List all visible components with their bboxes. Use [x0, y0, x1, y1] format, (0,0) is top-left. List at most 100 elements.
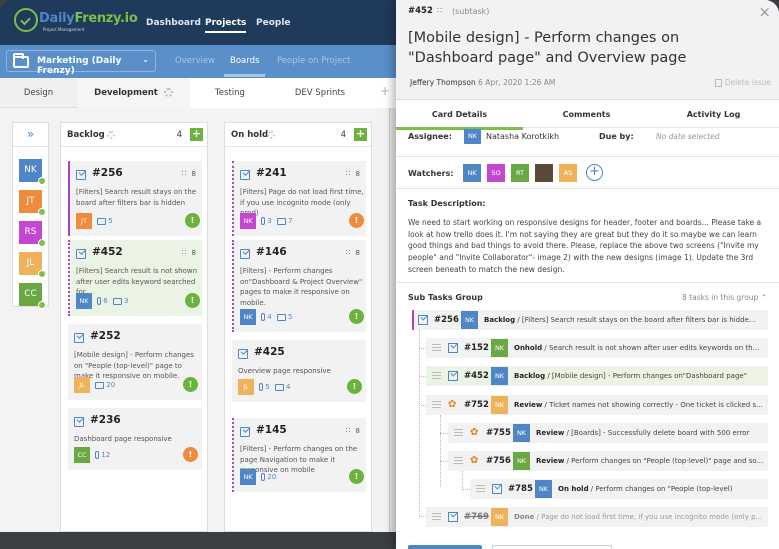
assignee-avatar[interactable]: NK [240, 213, 256, 229]
expand-icon[interactable]: » [13, 123, 48, 147]
assignee-avatar[interactable]: NK [76, 293, 92, 309]
primary-button[interactable] [408, 545, 482, 549]
issue-title[interactable]: [Mobile design] - Perform changes on "Da… [408, 28, 768, 68]
tab-dev-sprints[interactable]: DEV Sprints [270, 78, 370, 108]
watcher-avatar[interactable]: NK [463, 164, 481, 182]
drag-handle-icon[interactable] [432, 401, 441, 408]
priority-icon[interactable]: ! [183, 447, 198, 462]
drag-handle-icon[interactable] [476, 485, 485, 492]
nav-projects[interactable]: Projects [205, 18, 247, 33]
task-card[interactable]: #241 ∷ 8 [Filters] Page do not load first t… [232, 161, 366, 236]
subtask-row[interactable]: ✿ #755 NK Review / [Boards] - Successfully … [448, 423, 768, 443]
priority-icon[interactable]: ! [185, 213, 200, 228]
person-avatar[interactable]: JL [19, 252, 46, 278]
task-checkbox-icon [418, 315, 428, 325]
priority-icon[interactable]: ! [347, 379, 362, 394]
person-avatar[interactable]: JT [19, 190, 46, 216]
chevron-up-icon: ⌃ [760, 293, 767, 302]
tab-development[interactable]: Development [77, 78, 190, 108]
task-card[interactable]: #256 ∷ 8 [Filters] Search result stays on t… [68, 161, 202, 236]
watcher-photo[interactable] [535, 164, 553, 182]
watcher-avatar[interactable]: SO [487, 164, 505, 182]
task-card[interactable]: #425 Overview page responsive JL 5 4! [232, 340, 366, 402]
delete-issue-button[interactable]: Delete issue [714, 78, 771, 87]
secondary-button[interactable] [492, 545, 612, 549]
person-avatar[interactable]: CC [19, 283, 46, 309]
clock-check-icon [14, 8, 38, 32]
task-card[interactable]: #452 ∷ 8 [Filters] Search result is not sho… [68, 240, 202, 316]
gear-icon[interactable] [107, 131, 115, 139]
watcher-avatar[interactable]: AS [559, 164, 577, 182]
priority-icon[interactable]: ! [183, 377, 198, 392]
drag-handle-icon[interactable] [432, 513, 441, 520]
drag-handle-icon[interactable] [432, 372, 441, 379]
assignee-avatar[interactable]: JL [238, 379, 254, 395]
task-description[interactable]: We need to start working on responsive d… [408, 217, 770, 276]
subnav-boards[interactable]: Boards [223, 56, 266, 77]
subtask-row[interactable]: #452 NK Backlog / [Mobile design] - Perfor… [426, 366, 768, 386]
subnav-overview[interactable]: Overview [175, 56, 215, 66]
task-card[interactable]: #146 ∷ 8 [Filters] - Perform changes on"Das… [232, 240, 366, 332]
nav-dashboard[interactable]: Dashboard [146, 18, 201, 28]
task-card[interactable]: #236 Dashboard page responsive CC 12! [68, 408, 202, 470]
priority-icon[interactable]: ! [349, 469, 364, 484]
tab-activity-log[interactable]: Activity Log [650, 100, 777, 128]
watcher-avatar[interactable]: RT [511, 164, 529, 182]
subtask-row[interactable]: ✿ #752 NK Review / Ticket names not showing… [426, 395, 768, 415]
drag-handle-icon[interactable] [454, 457, 463, 464]
subtask-status: Review [514, 401, 543, 409]
card-id: #256 [92, 167, 123, 179]
drag-handle-icon[interactable] [432, 344, 441, 351]
tab-label: Testing [215, 88, 245, 98]
subtask-text: Onhold / Search result is not shown afte… [514, 344, 759, 352]
created-date: 6 Apr, 2020 1:26 AM [478, 78, 556, 87]
subtask-count: ∷ 8 [346, 248, 360, 257]
priority-icon[interactable]: ! [185, 293, 200, 308]
priority-icon[interactable]: ! [349, 213, 364, 228]
add-watcher-button[interactable]: + [586, 164, 603, 181]
add-card-button[interactable]: + [354, 128, 367, 141]
subtasks-count-toggle[interactable]: 8 tasks in this group ⌃ [682, 293, 767, 302]
subtask-title: / Perform changes on "People (top-level) [588, 485, 733, 493]
people-column: » NK JT RS JL CC [12, 122, 49, 309]
project-selector[interactable]: Marketing (Daily Frenzy) ⌄ [6, 50, 156, 76]
tab-testing[interactable]: Testing [190, 78, 270, 108]
due-date-picker[interactable]: No date selected [656, 132, 720, 141]
column-header: On hold 4 + [225, 123, 371, 147]
priority-icon[interactable]: ! [349, 309, 364, 324]
subtask-row[interactable]: ✿ #756 NK Review / Perform changes on "Peop… [448, 451, 768, 471]
subtask-row[interactable]: #769 NK Done / Page do not load first time… [426, 507, 768, 527]
nav-people[interactable]: People [256, 18, 291, 28]
assignee-name[interactable]: Natasha Korotkikh [486, 132, 559, 141]
assignee-avatar[interactable]: CC [74, 447, 90, 463]
subtask-row[interactable]: #785 NK On hold / Perform changes on "Peop… [470, 479, 768, 499]
author-name[interactable]: Jeffery Thompson [410, 78, 476, 87]
close-icon[interactable]: × [758, 3, 771, 21]
tab-design[interactable]: Design [0, 78, 77, 108]
comment-count: 20 [106, 381, 116, 389]
person-avatar[interactable]: NK [19, 159, 46, 185]
assignee-avatar[interactable]: NK [240, 309, 256, 325]
drag-handle-icon[interactable] [454, 429, 463, 436]
assignee-avatar[interactable]: JL [74, 377, 90, 393]
task-checkbox-icon [240, 170, 250, 180]
tab-card-details[interactable]: Card Details [396, 100, 523, 130]
comment-count: 3 [123, 297, 129, 305]
add-card-button[interactable]: + [190, 128, 203, 141]
assignee-avatar[interactable]: JT [76, 213, 92, 229]
logo[interactable]: DailyFrenzy.io Project Management [12, 6, 138, 40]
task-card[interactable]: #145 ∷ 8 [Filters] - Perform changes on the… [232, 418, 366, 492]
subnav-people-on-project[interactable]: People on Project [277, 56, 350, 66]
tab-comments[interactable]: Comments [523, 100, 650, 128]
task-card[interactable]: #252 [Mobile design] - Perform changes on… [68, 324, 202, 400]
assignee-avatar[interactable]: NK [240, 469, 256, 485]
subtask-title: / Perform changes on "People (top-level)… [564, 457, 764, 465]
gear-icon[interactable] [267, 131, 275, 139]
subtask-status: Backlog [514, 372, 546, 380]
attachments: 20 [261, 473, 276, 481]
person-avatar[interactable]: RS [19, 221, 46, 247]
subtask-count: ∷ 8 [182, 248, 196, 257]
gear-icon[interactable] [163, 88, 173, 97]
subtask-row[interactable]: #256 NK Backlog / [Filters] Search result … [412, 310, 768, 330]
subtask-row[interactable]: #152 NK Onhold / Search result is not show… [426, 338, 768, 358]
